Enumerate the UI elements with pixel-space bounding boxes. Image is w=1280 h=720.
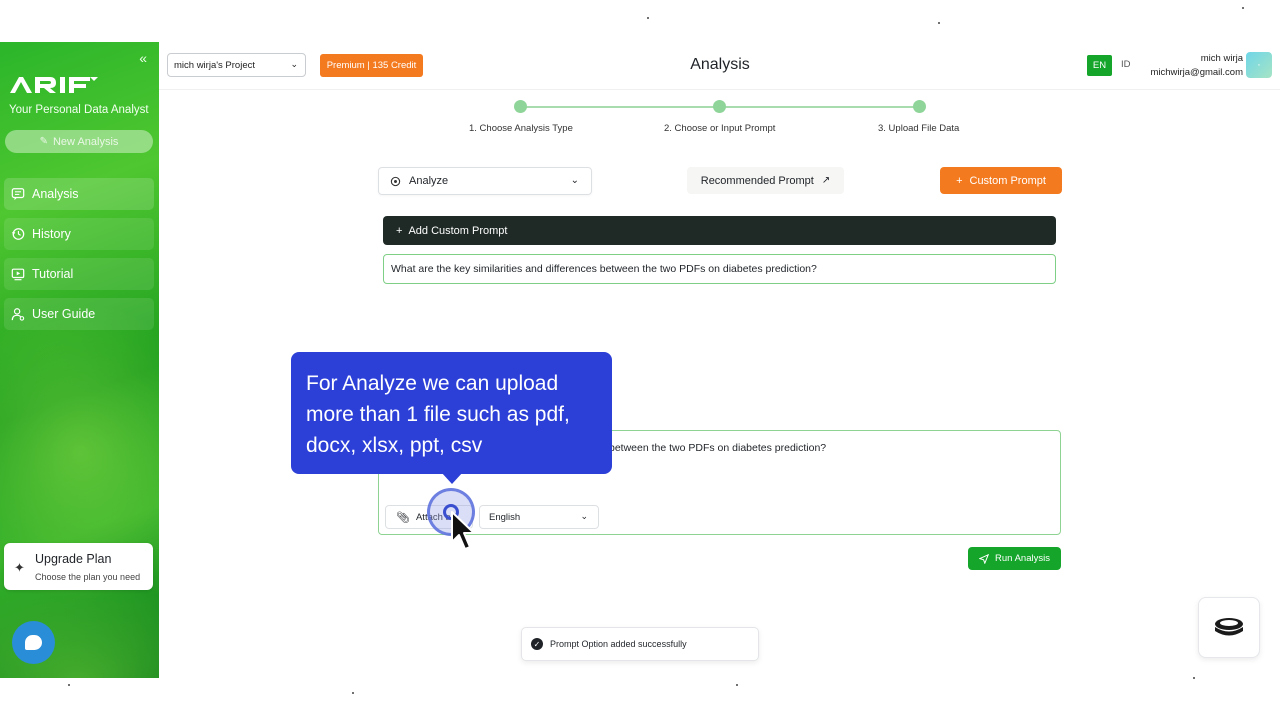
custom-prompt-button[interactable]: + Custom Prompt [940, 167, 1062, 194]
chat-support-button[interactable] [12, 621, 55, 664]
chevron-down-icon: ⌄ [580, 511, 588, 521]
new-analysis-button[interactable]: ✎ New Analysis [5, 130, 153, 153]
add-custom-prompt-bar[interactable]: + Add Custom Prompt [383, 216, 1056, 245]
video-play-icon [11, 268, 25, 281]
speck [938, 22, 940, 24]
mouse-cursor-icon [451, 511, 475, 550]
speck [1193, 677, 1195, 679]
analysis-type-value: Analyze [409, 175, 449, 187]
lang-id-button[interactable]: ID [1121, 59, 1131, 70]
chevron-down-icon: ⌄ [570, 175, 579, 186]
run-analysis-label: Run Analysis [995, 553, 1050, 564]
upgrade-subtitle: Choose the plan you need [35, 572, 141, 582]
avatar[interactable]: · [1246, 52, 1272, 78]
step-dot-3 [913, 100, 926, 113]
sidebar-item-label: Analysis [32, 187, 79, 201]
send-icon [979, 553, 990, 564]
plus-icon: + [956, 174, 963, 187]
success-toast: ✓ Prompt Option added successfully [521, 627, 759, 661]
sidebar-item-label: Tutorial [32, 267, 74, 281]
tutorial-tooltip: For Analyze we can upload more than 1 fi… [291, 352, 612, 474]
tagline: Your Personal Data Analyst [9, 104, 149, 116]
arif-logo [10, 76, 98, 99]
project-name: mich wirja's Project [174, 59, 255, 71]
sidebar: « Your Personal Data Analyst ✎ New Analy… [0, 42, 159, 678]
arrow-up-right-icon: ↗ [821, 175, 831, 186]
speck [647, 17, 649, 19]
app-window: « Your Personal Data Analyst ✎ New Analy… [0, 0, 1280, 720]
sidebar-item-history[interactable]: History [4, 218, 154, 250]
recommended-prompt-label: Recommended Prompt [700, 174, 814, 187]
custom-prompt-label: Custom Prompt [969, 174, 1046, 187]
sidebar-item-tutorial[interactable]: Tutorial [4, 258, 154, 290]
step-label-2: 2. Choose or Input Prompt [664, 123, 776, 134]
user-name: mich wirja [1200, 53, 1243, 64]
upgrade-title: Upgrade Plan [35, 552, 112, 566]
chat-bubble-icon [25, 635, 42, 650]
check-circle-icon: ✓ [531, 638, 543, 650]
add-custom-prompt-label: Add Custom Prompt [408, 224, 508, 237]
stacked-disc-icon [1215, 617, 1243, 635]
prompt-text: between the two PDFs on diabetes predict… [609, 442, 827, 454]
history-icon [11, 228, 25, 240]
sidebar-item-label: User Guide [32, 307, 96, 321]
project-select[interactable]: mich wirja's Project ⌄ [167, 53, 306, 77]
chevron-down-icon: ⌄ [290, 59, 298, 69]
step-label-1: 1. Choose Analysis Type [469, 123, 573, 134]
run-analysis-button[interactable]: Run Analysis [968, 547, 1061, 570]
custom-prompt-input[interactable]: What are the key similarities and differ… [383, 254, 1056, 284]
paperclip-icon: 📎︎ [396, 511, 410, 524]
header-divider [159, 89, 1280, 90]
upgrade-plan-card[interactable]: ✦ Upgrade Plan Choose the plan you need [4, 543, 153, 590]
new-analysis-label: New Analysis [52, 135, 119, 148]
sidebar-item-label: History [32, 227, 71, 241]
language-value: English [489, 511, 521, 523]
lang-en-button[interactable]: EN [1087, 55, 1112, 76]
step-dot-1 [514, 100, 527, 113]
sidebar-item-user-guide[interactable]: User Guide [4, 298, 154, 330]
plus-icon: + [396, 224, 403, 237]
tooltip-tail [441, 472, 463, 484]
user-guide-icon [11, 308, 25, 321]
speck [736, 684, 738, 686]
plan-badge[interactable]: Premium | 135 Credit [320, 54, 423, 77]
language-select[interactable]: English ⌄ [479, 505, 599, 529]
analysis-type-select[interactable]: Analyze ⌄ [378, 167, 592, 195]
floating-widget-button[interactable] [1198, 597, 1260, 658]
recommended-prompt-button[interactable]: Recommended Prompt ↗ [687, 167, 844, 194]
step-dot-2 [713, 100, 726, 113]
message-square-icon [11, 188, 25, 201]
speck [1242, 7, 1244, 9]
double-chevron-left-icon[interactable]: « [139, 50, 147, 66]
user-email: michwirja@gmail.com [1150, 67, 1243, 78]
analyze-icon [390, 176, 401, 186]
speck [352, 692, 354, 694]
toast-message: Prompt Option added successfully [550, 639, 687, 649]
page-title: Analysis [690, 56, 750, 73]
speck [68, 684, 70, 686]
sparkle-icon: ✦ [14, 560, 25, 575]
step-label-3: 3. Upload File Data [878, 123, 960, 134]
sidebar-item-analysis[interactable]: Analysis [4, 178, 154, 210]
edit-icon: ✎ [39, 136, 48, 147]
